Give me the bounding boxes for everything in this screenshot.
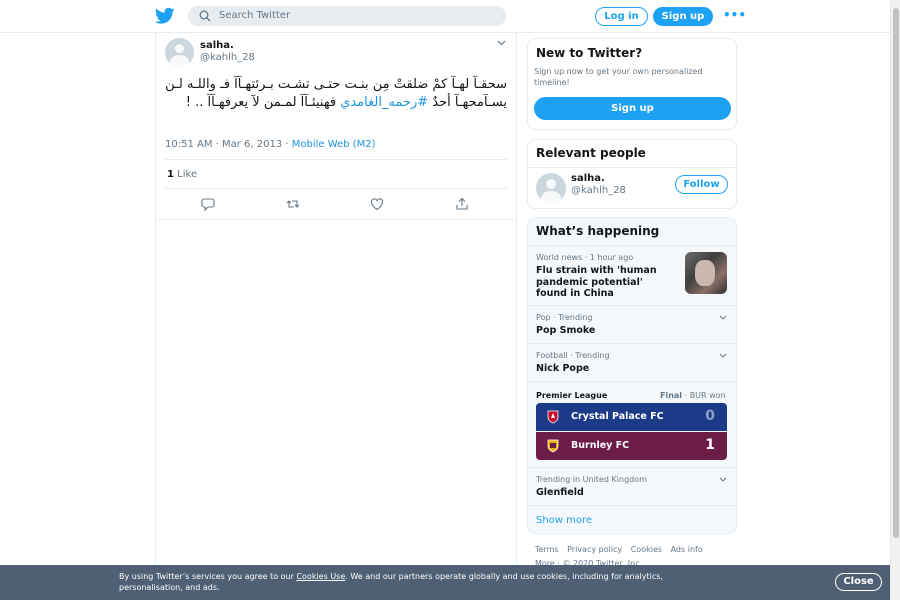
search-input[interactable]: Search Twitter [188,6,506,26]
away-team-row: Burnley FC 1 [536,432,727,460]
match-result: BUR won [689,391,726,400]
home-team-row: Crystal Palace FC 0 [536,403,727,431]
relevant-person-name[interactable]: salha. [571,173,605,184]
away-team-name: Burnley FC [571,440,630,451]
sidebar-signup-button[interactable]: Sign up [534,97,731,120]
twitter-logo-icon[interactable] [155,7,175,25]
match-status: Final · BUR won [660,391,726,400]
cookie-text: By using Twitter’s services you agree to… [119,571,719,593]
away-team-score: 1 [705,437,715,453]
tweet-author-handle[interactable]: @kahlh_28 [200,52,255,63]
trend-item[interactable]: Pop · Trending Pop Smoke [528,305,736,343]
tweet: salha. @kahlh_28 سحقـآ لهـآ كمْ ضلقتْ مِ… [156,33,516,220]
search-placeholder: Search Twitter [219,10,291,21]
relevant-person-handle[interactable]: @kahlh_28 [571,185,626,196]
share-icon[interactable] [455,197,469,211]
cookie-banner: By using Twitter’s services you agree to… [0,565,890,600]
news-thumbnail-image[interactable] [685,252,727,294]
cookie-text-start: By using Twitter’s services you agree to… [119,572,297,581]
chevron-down-icon[interactable] [719,353,727,358]
divider [165,159,507,160]
trend-title: Pop Smoke [536,325,596,336]
top-nav: Search Twitter Log in Sign up ••• [0,0,890,33]
avatar[interactable] [165,38,194,67]
new-to-twitter-title: New to Twitter? [536,46,643,60]
relevant-people-card: Relevant people salha. @kahlh_28 Follow [527,139,737,209]
divider [528,167,736,168]
new-to-twitter-description: Sign up now to get your own personalized… [534,67,703,87]
tweet-text: سحقـآ لهـآ كمْ ضلقتْ مِن بنـت حتـى تشـت … [165,76,507,112]
home-team-score: 0 [705,408,715,424]
main-column: salha. @kahlh_28 سحقـآ لهـآ كمْ ضلقتْ مِ… [155,33,517,600]
avatar[interactable] [536,173,566,203]
tweet-text-tail: فهنيئـآآ لمـمن لآ يعرفهـآآ .. ! [185,95,341,110]
chevron-down-icon[interactable] [719,315,727,320]
more-menu-icon[interactable]: ••• [723,8,746,22]
whats-happening-title: What’s happening [536,224,660,238]
login-button[interactable]: Log in [595,7,648,26]
crystal-palace-crest-icon [547,410,559,424]
likes-number: 1 [167,169,174,180]
divider [165,188,507,189]
search-icon [199,10,211,22]
tweet-timestamp: 10:51 AM · Mar 6, 2013 · Mobile Web (M2) [165,139,376,150]
hashtag-link[interactable]: #رحمه_الغامدي [340,95,428,110]
heart-icon[interactable] [370,197,384,211]
trend-item[interactable]: Trending in United Kingdom Glenfield [528,467,736,505]
match-final: Final [660,391,683,400]
match-league: Premier League [536,391,608,400]
chevron-down-icon[interactable] [497,40,506,46]
footer-link-ads-info[interactable]: Ads info [671,545,703,554]
trend-item[interactable]: World news · 1 hour ago Flu strain with … [528,245,736,305]
whats-happening-card: What’s happening World news · 1 hour ago… [527,217,737,534]
footer-link-privacy[interactable]: Privacy policy [567,545,622,554]
home-team-name: Crystal Palace FC [571,411,664,422]
scrollbar-thumb[interactable] [893,8,899,538]
match-score-item[interactable]: Premier League Final · BUR won Crystal P… [528,381,736,467]
close-cookie-button[interactable]: Close [835,573,882,591]
cookies-use-link[interactable]: Cookies Use [296,572,345,581]
chevron-down-icon[interactable] [719,477,727,482]
new-to-twitter-card: New to Twitter? Sign up now to get your … [527,38,737,130]
likes-label: Like [177,169,198,180]
trend-title: Glenfield [536,487,584,498]
tweet-time[interactable]: 10:51 AM · Mar 6, 2013 · [165,139,292,150]
show-more-link[interactable]: Show more [536,515,592,526]
footer-link-cookies[interactable]: Cookies [631,545,662,554]
trend-title: Flu strain with 'human pandemic potentia… [536,265,657,299]
follow-button[interactable]: Follow [675,175,728,194]
signup-button[interactable]: Sign up [653,7,713,26]
tweet-source-link[interactable]: Mobile Web (M2) [292,139,376,150]
trend-context: World news · 1 hour ago [536,253,634,262]
scrollbar[interactable] [890,0,900,600]
retweet-icon[interactable] [286,197,300,211]
footer-link-terms[interactable]: Terms [535,545,559,554]
likes-count[interactable]: 1 Like [167,169,197,180]
trend-context: Trending in United Kingdom [536,475,647,484]
relevant-people-title: Relevant people [536,146,646,160]
burnley-crest-icon [547,439,559,453]
reply-icon[interactable] [201,197,215,211]
tweet-author-name[interactable]: salha. [200,40,234,51]
trend-context: Pop · Trending [536,313,593,322]
footer-links: Terms Privacy policy Cookies Ads info [535,545,709,554]
trend-item[interactable]: Football · Trending Nick Pope [528,343,736,381]
trend-context: Football · Trending [536,351,610,360]
trend-title: Nick Pope [536,363,590,374]
